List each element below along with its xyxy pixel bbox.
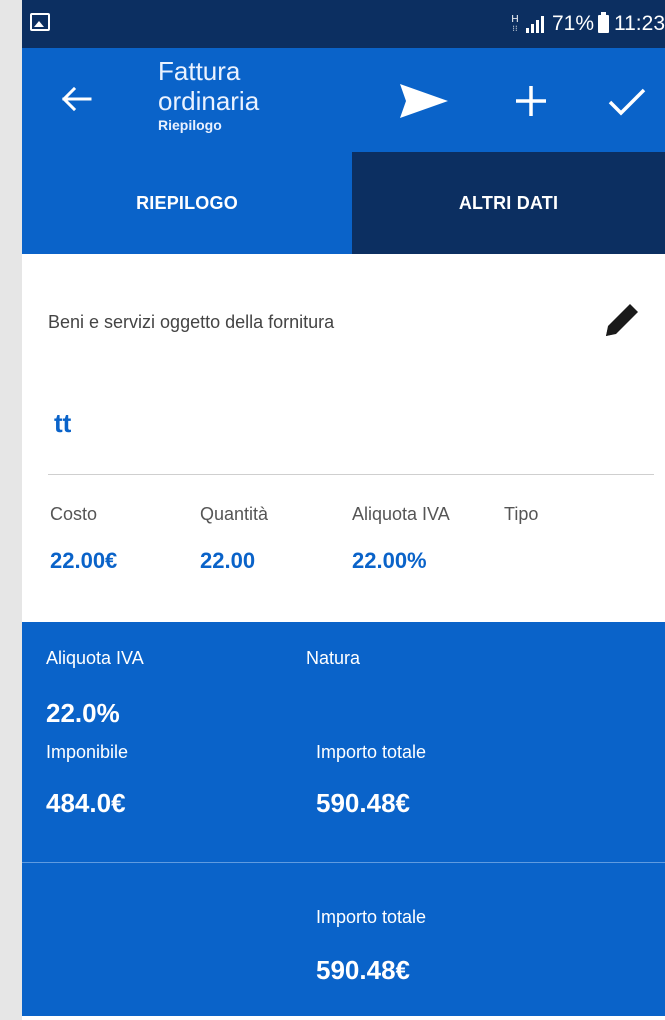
send-button[interactable] — [394, 74, 452, 128]
vat-summary-panel: Aliquota IVA Natura 22.0% Imponibile Imp… — [22, 622, 665, 862]
battery-icon — [598, 12, 609, 33]
phone-screen: H ⁝⁝ 71% 11:23 Fattura ordinaria Riepilog… — [22, 0, 665, 1020]
add-button[interactable] — [504, 74, 558, 128]
summary-vat-value: 22.0% — [46, 698, 120, 728]
app-bar: Fattura ordinaria Riepilogo — [22, 48, 665, 152]
divider — [48, 474, 654, 475]
battery-percent: 71% — [551, 12, 594, 35]
pencil-icon — [606, 304, 638, 336]
quantity-label: Quantità — [200, 504, 269, 524]
gallery-icon — [30, 13, 50, 31]
page-title-line1: Fattura — [158, 56, 241, 86]
page-title-line2: ordinaria — [158, 86, 260, 116]
confirm-button[interactable] — [600, 74, 654, 128]
clock: 11:23 — [614, 12, 665, 35]
summary-total-value: 590.48€ — [316, 788, 410, 818]
check-icon — [608, 88, 646, 116]
page-subtitle: Riepilogo — [158, 117, 222, 133]
back-button[interactable] — [50, 72, 104, 126]
edit-button[interactable] — [600, 298, 644, 342]
network-type: H ⁝⁝ — [511, 14, 519, 34]
tab-bar: RIEPILOGO ALTRI DATI — [22, 152, 665, 254]
status-indicators: H ⁝⁝ 71% 11:23 — [510, 11, 665, 37]
section-label: Beni e servizi oggetto della fornitura — [48, 312, 335, 332]
summary-vat-label: Aliquota IVA — [46, 648, 144, 668]
grand-total-panel: Importo totale 590.48€ — [22, 863, 665, 1020]
grand-total-label: Importo totale — [316, 907, 427, 927]
vat-rate-value: 22.00% — [352, 548, 427, 573]
signal-icon — [525, 15, 546, 33]
bottom-edge — [22, 1016, 665, 1020]
quantity-value: 22.00 — [200, 548, 256, 573]
back-arrow-icon — [61, 86, 92, 112]
summary-nature-label: Natura — [306, 648, 361, 668]
title-block: Fattura ordinaria Riepilogo — [158, 56, 259, 134]
status-bar: H ⁝⁝ 71% 11:23 — [22, 0, 665, 48]
send-icon — [400, 84, 448, 118]
add-icon — [516, 86, 546, 116]
item-name[interactable]: tt — [54, 408, 71, 439]
summary-taxable-value: 484.0€ — [46, 788, 126, 818]
cost-value: 22.00€ — [50, 548, 118, 573]
summary-taxable-label: Imponibile — [46, 742, 129, 762]
summary-total-label: Importo totale — [316, 742, 427, 762]
type-label: Tipo — [504, 504, 539, 524]
cost-label: Costo — [50, 504, 98, 524]
vat-rate-label: Aliquota IVA — [352, 504, 450, 524]
tab-riepilogo[interactable]: RIEPILOGO — [22, 152, 352, 254]
grand-total-value: 590.48€ — [316, 955, 410, 985]
tab-altri-dati[interactable]: ALTRI DATI — [352, 152, 665, 254]
